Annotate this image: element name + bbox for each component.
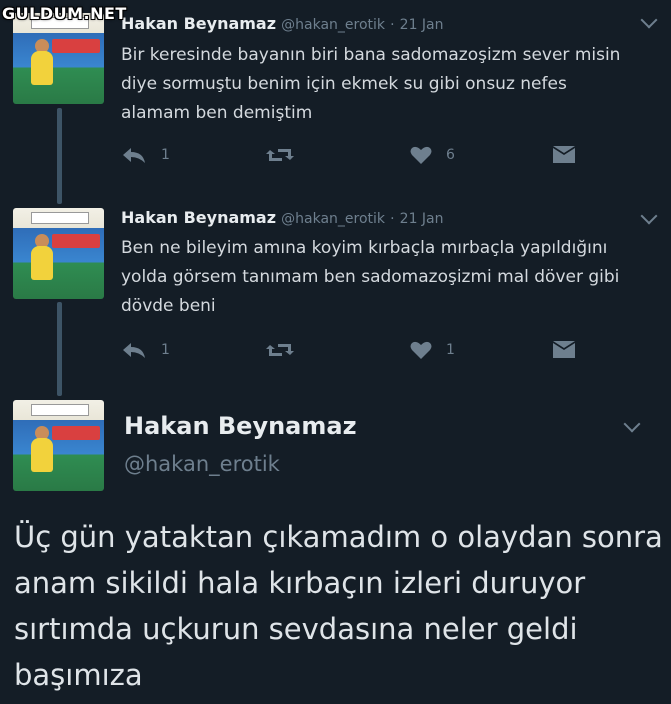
timestamp[interactable]: 21 Jan: [400, 211, 444, 227]
dm-button[interactable]: [552, 143, 576, 167]
tweet-text: Bir keresinde bayanın biri bana sadomazo…: [121, 45, 621, 123]
reply-count: 1: [161, 342, 170, 358]
chevron-down-icon[interactable]: [640, 207, 658, 225]
tweet-text: Ben ne bileyim amına koyim kırbaçla mırb…: [121, 238, 620, 316]
chevron-down-icon[interactable]: [623, 415, 641, 433]
heart-icon: [410, 146, 432, 164]
chevron-down-icon[interactable]: [640, 11, 658, 29]
author-handle[interactable]: @hakan_erotik: [124, 452, 280, 476]
retweet-icon: [266, 344, 294, 356]
retweet-icon: [266, 149, 294, 161]
avatar[interactable]: [13, 208, 104, 299]
timestamp[interactable]: 21 Jan: [400, 17, 444, 33]
author-name[interactable]: Hakan Beynamaz: [121, 14, 276, 33]
dm-button[interactable]: [552, 338, 576, 362]
author-name[interactable]: Hakan Beynamaz: [124, 412, 357, 440]
reply-icon: [123, 148, 145, 163]
thread-line: [57, 108, 62, 204]
envelope-icon: [553, 341, 575, 358]
like-button[interactable]: 6: [410, 143, 455, 167]
retweet-button[interactable]: [264, 143, 296, 167]
thread-line: [57, 302, 62, 396]
heart-icon: [410, 341, 432, 359]
avatar[interactable]: [13, 400, 104, 491]
like-count: 1: [446, 342, 455, 358]
like-count: 6: [446, 147, 455, 163]
like-button[interactable]: 1: [410, 338, 455, 362]
reply-button[interactable]: 1: [121, 143, 170, 167]
separator: ·: [390, 211, 395, 227]
avatar[interactable]: [13, 13, 104, 104]
envelope-icon: [553, 146, 575, 163]
tweet-header: Hakan Beynamaz @hakan_erotik · 21 Jan: [121, 208, 444, 227]
retweet-button[interactable]: [264, 338, 296, 362]
watermark-text: GULDUM.NET: [2, 4, 127, 23]
reply-icon: [123, 343, 145, 358]
reply-button[interactable]: 1: [121, 338, 170, 362]
author-handle[interactable]: @hakan_erotik: [281, 17, 385, 33]
author-handle[interactable]: @hakan_erotik: [281, 211, 385, 227]
tweet-actions: 1 1: [121, 338, 591, 362]
author-name[interactable]: Hakan Beynamaz: [121, 208, 276, 227]
separator: ·: [390, 17, 395, 33]
reply-count: 1: [161, 147, 170, 163]
tweet-header: Hakan Beynamaz @hakan_erotik · 21 Jan: [121, 14, 444, 33]
tweet-text: Üç gün yataktan çıkamadım o olaydan sonr…: [14, 520, 663, 692]
tweet-actions: 1 6: [121, 143, 591, 167]
